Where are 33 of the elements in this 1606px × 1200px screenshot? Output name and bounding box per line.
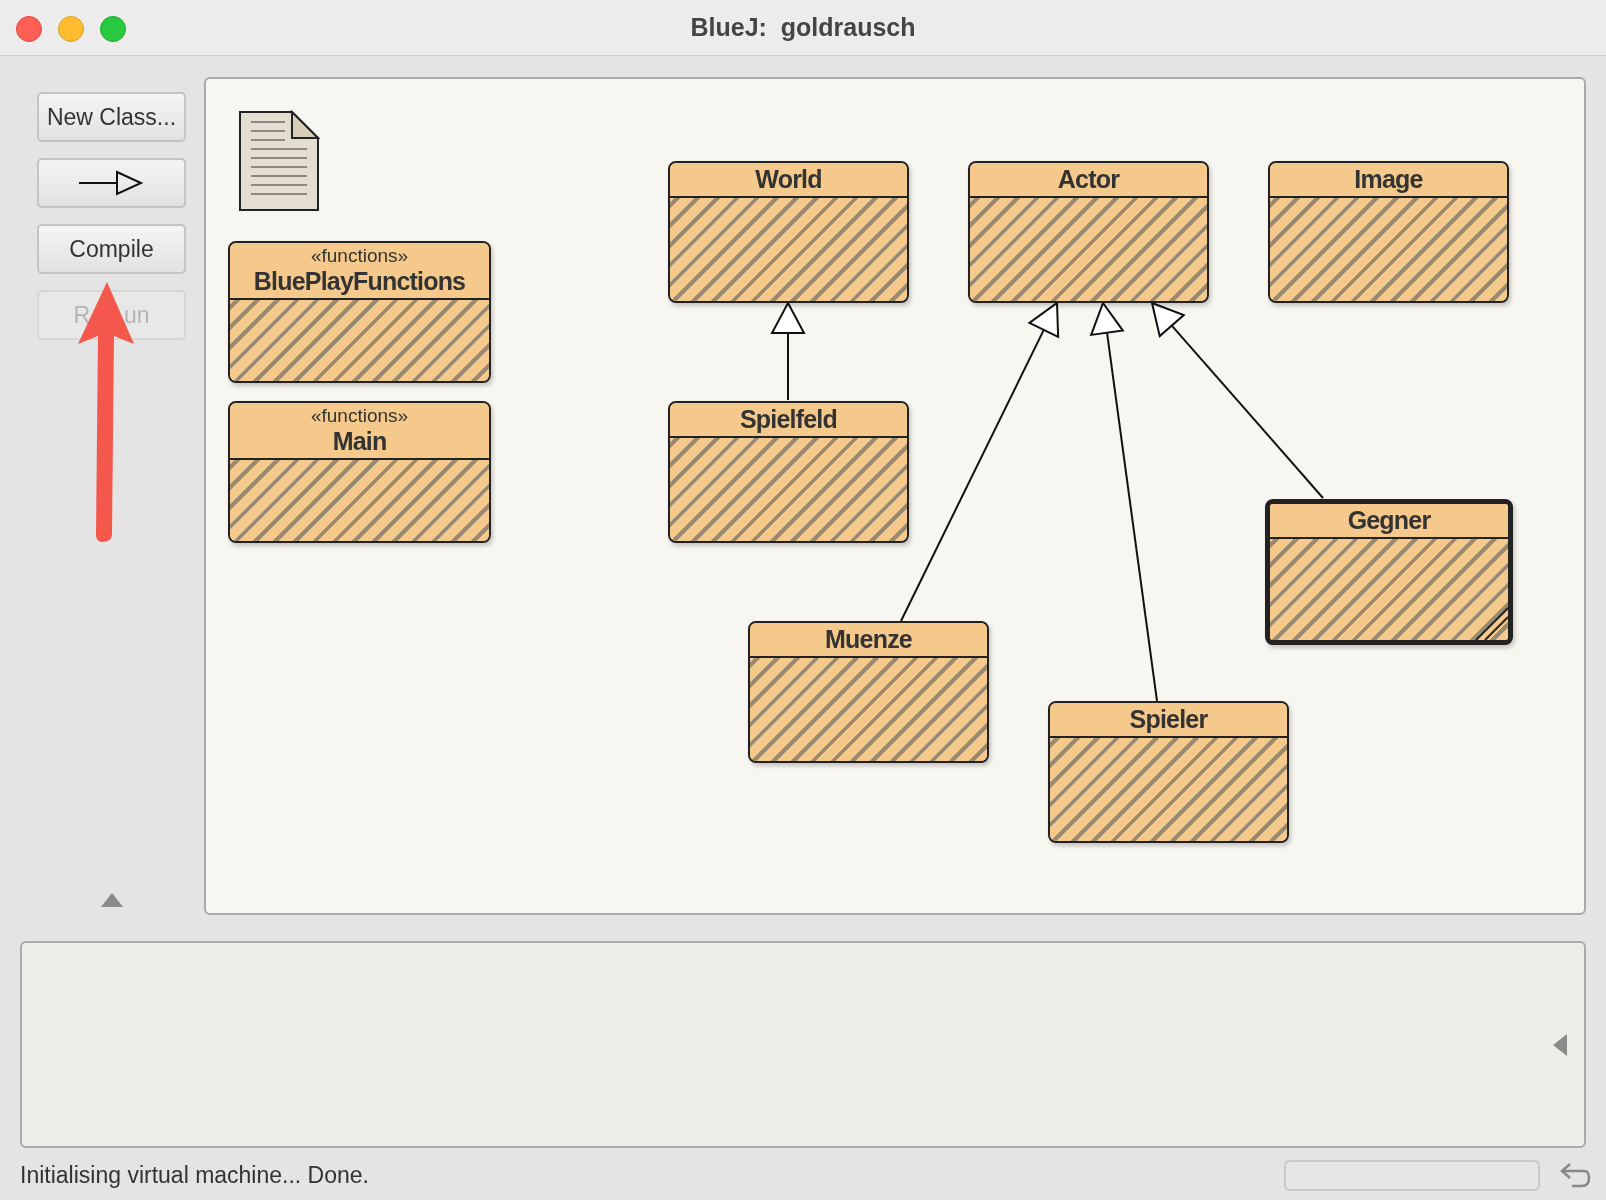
window-title: BlueJ: goldrausch bbox=[690, 13, 916, 42]
terminal-area[interactable] bbox=[20, 941, 1586, 1148]
class-name: Actor bbox=[1057, 165, 1120, 194]
class-box[interactable]: «functions» BluePlayFunctions bbox=[228, 241, 491, 383]
class-name: World bbox=[755, 165, 822, 194]
class-name: Muenze bbox=[825, 625, 912, 654]
class-name: Image bbox=[1354, 165, 1423, 194]
toolbar-button[interactable]: Compile bbox=[37, 224, 186, 274]
expand-icon[interactable] bbox=[100, 892, 124, 908]
class-stereotype: «functions» bbox=[310, 405, 409, 427]
class-name: Gegner bbox=[1347, 506, 1431, 535]
class-name: Spielfeld bbox=[740, 405, 837, 434]
class-box[interactable]: Gegner bbox=[1265, 499, 1513, 645]
class-box[interactable]: Muenze bbox=[748, 621, 989, 763]
class-box[interactable]: Image bbox=[1268, 161, 1509, 303]
class-box[interactable]: Actor bbox=[968, 161, 1209, 303]
class-box[interactable]: Spieler bbox=[1048, 701, 1289, 843]
collapse-icon[interactable] bbox=[1552, 1033, 1568, 1057]
class-name: BluePlayFunctions bbox=[253, 267, 466, 296]
class-name: Spieler bbox=[1129, 705, 1208, 734]
status-message: Initialising virtual machine... Done. bbox=[20, 1161, 370, 1189]
class-box[interactable]: «functions» Main bbox=[228, 401, 491, 543]
class-box[interactable]: World bbox=[668, 161, 909, 303]
new-arrow-button[interactable] bbox=[37, 158, 186, 208]
return-icon[interactable] bbox=[1558, 1160, 1592, 1190]
maximize-icon[interactable] bbox=[100, 16, 126, 42]
close-icon[interactable] bbox=[16, 16, 42, 42]
minimize-icon[interactable] bbox=[58, 16, 84, 42]
document-icon[interactable] bbox=[238, 110, 322, 214]
toolbar-button[interactable]: New Class... bbox=[37, 92, 186, 142]
class-name: Main bbox=[332, 427, 387, 456]
class-stereotype: «functions» bbox=[310, 245, 409, 267]
class-box[interactable]: Spielfeld bbox=[668, 401, 909, 543]
